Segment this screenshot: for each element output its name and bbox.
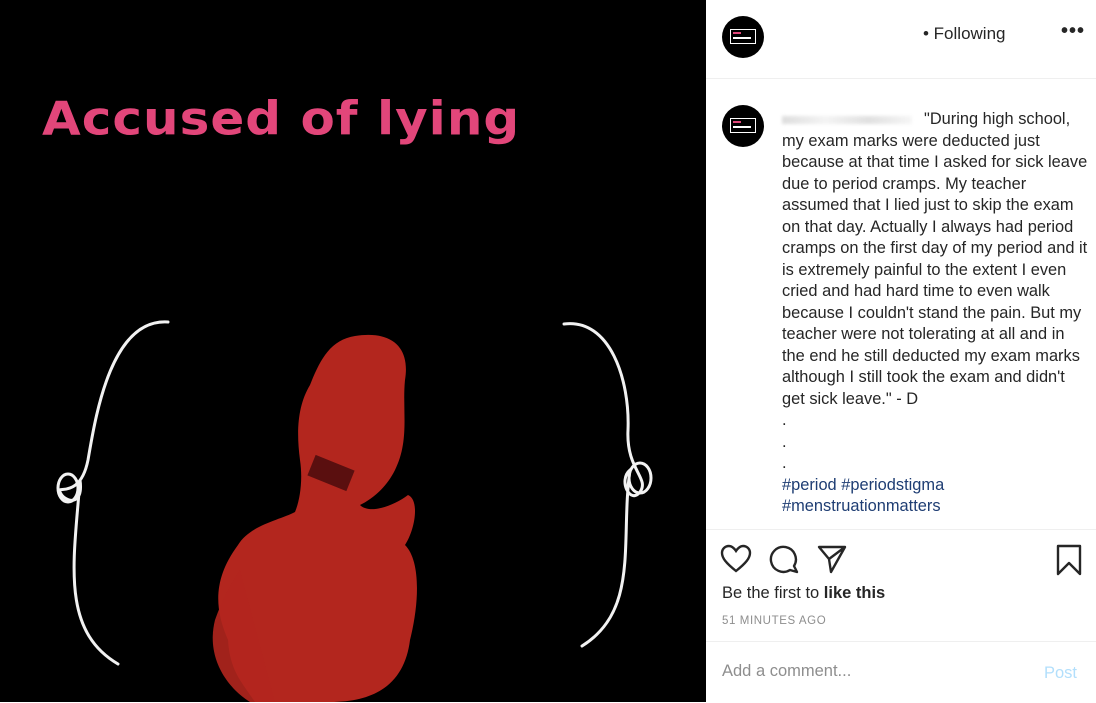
post-headline: Accused of lying	[42, 92, 521, 146]
caption-text: "During high school, my exam marks were …	[782, 109, 1088, 518]
post-timestamp[interactable]: 51 MINUTES AGO	[722, 615, 826, 627]
action-bar: Be the first to like this 51 MINUTES AGO	[706, 529, 1096, 642]
caption-body: "During high school, my exam marks were …	[782, 110, 1088, 472]
comment-input[interactable]	[720, 660, 1024, 683]
profile-avatar[interactable]	[722, 16, 764, 58]
caption-hashtags[interactable]: #period #periodstigma #menstruationmatte…	[782, 476, 944, 516]
brand-logo-icon	[730, 29, 756, 44]
likes-prefix: Be the first to	[722, 584, 824, 602]
post-header: • Following •••	[706, 0, 1096, 79]
bookmark-icon[interactable]	[1056, 544, 1082, 576]
brand-logo-icon	[730, 118, 756, 133]
comment-box: Post	[706, 641, 1096, 703]
like-this-link[interactable]: like this	[824, 584, 885, 602]
left-scribble-line	[57, 320, 170, 666]
post-side-panel: • Following ••• "During high school, my …	[706, 0, 1096, 702]
comment-icon[interactable]	[769, 544, 799, 574]
post-comment-button[interactable]: Post	[1044, 664, 1077, 683]
redacted-username	[782, 115, 912, 124]
post-media[interactable]: Accused of lying	[0, 0, 706, 702]
share-icon[interactable]	[817, 544, 847, 574]
following-status[interactable]: • Following	[923, 24, 1006, 44]
more-options-icon[interactable]: •••	[1061, 20, 1085, 43]
statue-figure	[212, 334, 417, 702]
likes-summary: Be the first to like this	[722, 584, 885, 603]
caption-avatar[interactable]	[722, 105, 764, 147]
caption-area: "During high school, my exam marks were …	[706, 79, 1096, 528]
heart-icon[interactable]	[720, 544, 752, 574]
